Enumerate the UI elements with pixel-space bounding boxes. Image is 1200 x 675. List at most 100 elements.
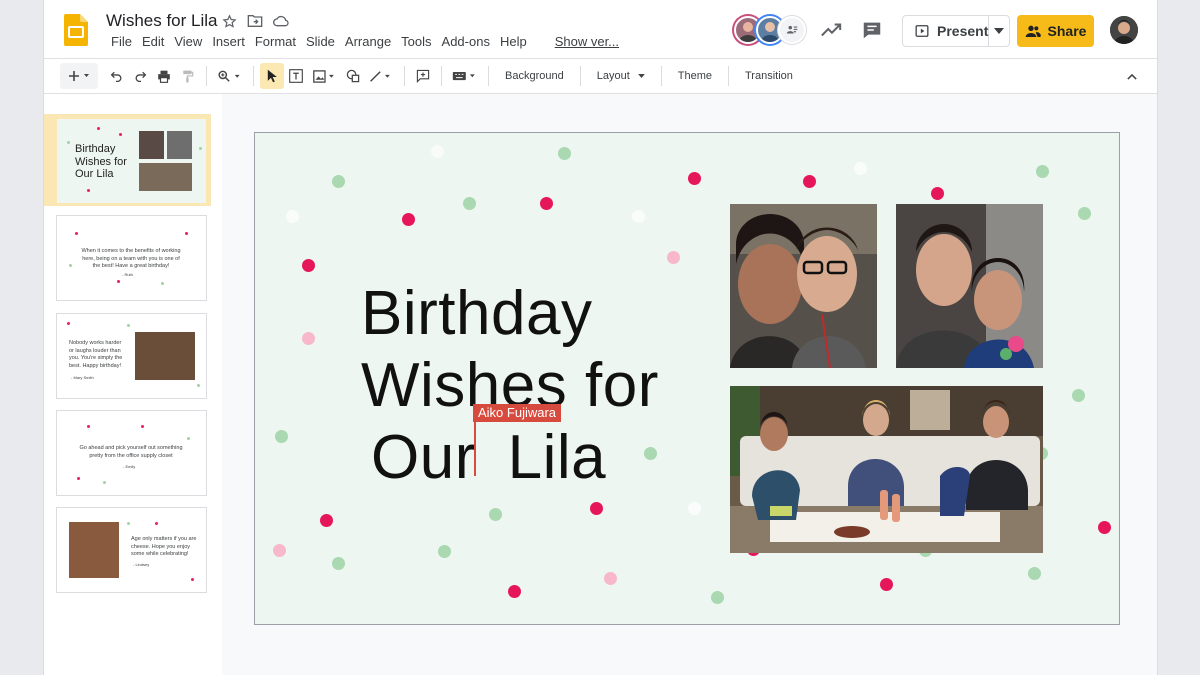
toolbar-divider xyxy=(206,66,207,86)
menu-format[interactable]: Format xyxy=(250,34,301,50)
slide-thumbnail-3[interactable]: Nobody works harder or laughs louder tha… xyxy=(44,309,211,401)
menu-file[interactable]: File xyxy=(106,34,137,50)
menu-addons[interactable]: Add-ons xyxy=(437,34,495,50)
thumbnail-photo xyxy=(139,131,164,159)
star-icon[interactable] xyxy=(220,12,238,30)
decor-dot xyxy=(540,197,553,210)
line-icon[interactable] xyxy=(364,63,398,89)
new-slide-button[interactable] xyxy=(60,63,98,89)
decor-dot xyxy=(688,502,701,515)
menu-slide[interactable]: Slide xyxy=(301,34,340,50)
decor-dot xyxy=(431,145,444,158)
photo-selfie-2[interactable] xyxy=(896,204,1043,368)
insert-image-icon[interactable] xyxy=(308,63,342,89)
current-slide[interactable]: Birthday Wishes for Our Lila Aiko Fujiwa… xyxy=(254,132,1120,625)
user-account-avatar[interactable] xyxy=(1110,16,1138,44)
thumbnail-signature: - Mary Smith xyxy=(71,375,94,380)
slide-canvas-area[interactable]: Birthday Wishes for Our Lila Aiko Fujiwa… xyxy=(222,94,1157,675)
document-title[interactable]: Wishes for Lila xyxy=(106,11,217,31)
decor-dot xyxy=(931,187,944,200)
decor-dot xyxy=(67,322,70,325)
thumbnail-signature: - Ruth xyxy=(122,272,133,277)
toolbar-divider xyxy=(660,66,662,86)
show-versions-link[interactable]: Show ver... xyxy=(550,34,624,50)
chevron-down-icon xyxy=(637,74,645,78)
decor-dot xyxy=(463,197,476,210)
select-cursor-icon[interactable] xyxy=(260,63,284,89)
decor-dot xyxy=(77,477,80,480)
decor-dot xyxy=(489,508,502,521)
menu-edit[interactable]: Edit xyxy=(137,34,169,50)
decor-dot xyxy=(332,557,345,570)
decor-dot xyxy=(75,232,78,235)
decor-dot xyxy=(119,133,122,136)
menu-insert[interactable]: Insert xyxy=(207,34,250,50)
thumbnail-signature: - Emily xyxy=(123,464,136,469)
background-button[interactable]: Background xyxy=(495,63,574,89)
slide-thumbnail-preview: When it comes to the benefits of working… xyxy=(56,215,207,301)
menu-arrange[interactable]: Arrange xyxy=(340,34,396,50)
title-line-1: Birthday xyxy=(361,279,593,348)
menu-tools[interactable]: Tools xyxy=(396,34,436,50)
slide-thumbnail-4[interactable]: Go ahead and pick yourself out something… xyxy=(44,406,211,498)
decor-dot xyxy=(803,175,816,188)
text-box-icon[interactable] xyxy=(284,63,308,89)
cloud-status-icon[interactable] xyxy=(272,12,290,30)
thumbnail-text: Age only matters if you are cheese. Hope… xyxy=(131,536,197,557)
decor-dot xyxy=(155,522,158,525)
slide-thumbnail-2[interactable]: When it comes to the benefits of working… xyxy=(44,211,211,303)
decor-dot xyxy=(1036,165,1049,178)
decor-dot xyxy=(320,514,333,527)
menu-view[interactable]: View xyxy=(169,34,207,50)
undo-icon[interactable] xyxy=(104,63,128,89)
shape-icon[interactable] xyxy=(342,63,364,89)
present-dropdown-button[interactable] xyxy=(989,16,1009,46)
collaborator-text-cursor xyxy=(474,420,476,476)
move-to-folder-icon[interactable] xyxy=(246,12,264,30)
decor-dot xyxy=(1098,521,1111,534)
share-button[interactable]: Share xyxy=(1017,15,1094,47)
thumbnail-photo xyxy=(135,332,195,380)
collapse-toolbar-icon[interactable] xyxy=(1127,67,1137,85)
decor-dot xyxy=(1078,207,1091,220)
decor-dot xyxy=(199,147,202,150)
collaborator-cursor-label: Aiko Fujiwara xyxy=(473,404,562,422)
decor-dot xyxy=(402,213,415,226)
photo-selfie-1[interactable] xyxy=(730,204,877,368)
decor-dot xyxy=(438,545,451,558)
slide-thumbnail-1[interactable]: Birthday Wishes for Our Lila xyxy=(44,114,211,206)
theme-button[interactable]: Theme xyxy=(668,63,722,89)
present-main-button[interactable]: Present xyxy=(903,16,990,46)
layout-button[interactable]: Layout xyxy=(587,63,655,89)
present-button[interactable]: Present xyxy=(902,15,1010,47)
decor-dot xyxy=(558,147,571,160)
slide-thumbnail-5[interactable]: Age only matters if you are cheese. Hope… xyxy=(44,503,211,595)
transition-button[interactable]: Transition xyxy=(735,63,803,89)
slides-logo-icon[interactable] xyxy=(64,14,88,46)
redo-icon[interactable] xyxy=(128,63,152,89)
thumbnail-title: Birthday Wishes for Our Lila xyxy=(75,143,127,180)
thumbnail-text: Nobody works harder or laughs louder tha… xyxy=(69,340,123,369)
decor-dot xyxy=(667,251,680,264)
decor-dot xyxy=(117,280,120,283)
input-tools-icon[interactable] xyxy=(448,63,482,89)
decor-dot xyxy=(185,232,188,235)
decor-dot xyxy=(880,578,893,591)
toolbar-divider xyxy=(728,66,729,86)
menu-help[interactable]: Help xyxy=(495,34,532,50)
chat-people-icon[interactable] xyxy=(778,16,806,44)
add-comment-icon[interactable] xyxy=(411,63,435,89)
zoom-button[interactable] xyxy=(213,63,247,89)
activity-trend-icon[interactable] xyxy=(820,20,842,40)
decor-dot xyxy=(127,522,130,525)
zoom-icon xyxy=(218,70,240,82)
decor-dot xyxy=(127,324,130,327)
slide-title[interactable]: Birthday Wishes for Our Lila xyxy=(361,278,659,494)
decor-dot xyxy=(1028,567,1041,580)
paint-format-icon[interactable] xyxy=(176,63,200,89)
photo-group-couch[interactable] xyxy=(730,386,1043,553)
print-icon[interactable] xyxy=(152,63,176,89)
comments-icon[interactable] xyxy=(861,20,883,40)
decor-dot xyxy=(67,141,70,144)
decor-dot xyxy=(286,210,299,223)
